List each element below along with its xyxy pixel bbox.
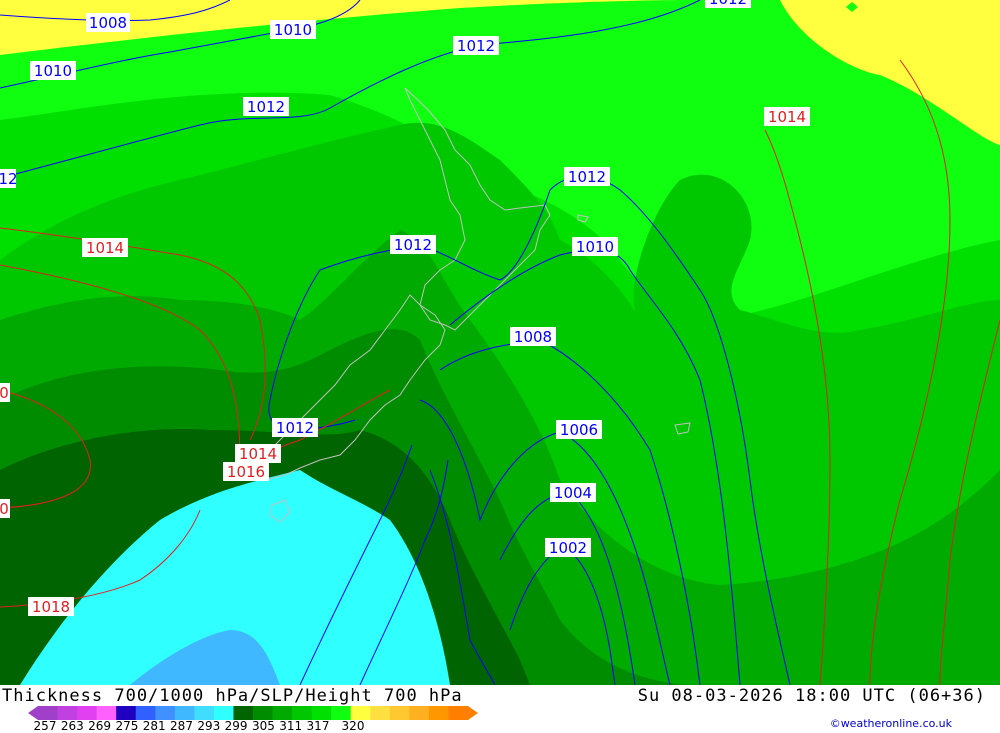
colorbar-tick-label: 275 bbox=[115, 719, 139, 733]
colorbar-swatch bbox=[38, 706, 59, 720]
colorbar-swatch bbox=[213, 706, 234, 720]
isobar-label: 1014 bbox=[239, 445, 277, 463]
colorbar-tick-label: 257 bbox=[33, 719, 57, 733]
colorbar-swatch bbox=[311, 706, 332, 720]
colorbar-swatch bbox=[135, 706, 156, 720]
colorbar-tick-label: 320 bbox=[341, 719, 365, 733]
isobar-label: 1014 bbox=[768, 108, 806, 126]
colorbar-swatch bbox=[77, 706, 98, 720]
isobar-label: 1008 bbox=[89, 14, 127, 32]
colorbar-tick-label: 317 bbox=[306, 719, 330, 733]
isobar-label: 1002 bbox=[549, 539, 587, 557]
colorbar-tick-label: 281 bbox=[142, 719, 166, 733]
colorbar-swatch bbox=[233, 706, 254, 720]
isobar-label: 1012 bbox=[568, 168, 606, 186]
isobar-label: 1004 bbox=[554, 484, 592, 502]
colorbar-ticks: 257 263 269 275 281 287 293 299 305 311 317 320 bbox=[0, 719, 520, 733]
isobar-label: 1006 bbox=[560, 421, 598, 439]
colorbar-swatch bbox=[409, 706, 430, 720]
colorbar-swatch bbox=[272, 706, 293, 720]
colorbar-swatch bbox=[155, 706, 176, 720]
map-title: Thickness 700/1000 hPa/SLP/Height 700 hP… bbox=[2, 686, 463, 706]
isobar-label: 1010 bbox=[274, 21, 312, 39]
map-footer: Thickness 700/1000 hPa/SLP/Height 700 hP… bbox=[0, 685, 1000, 733]
colorbar-swatch bbox=[350, 706, 371, 720]
colorbar-arrow-right bbox=[468, 706, 478, 720]
colorbar-swatch bbox=[370, 706, 391, 720]
isobar-label: 1008 bbox=[514, 328, 552, 346]
colorbar-swatch bbox=[253, 706, 274, 720]
thickness-colorbar bbox=[28, 706, 478, 720]
colorbar-swatch bbox=[448, 706, 469, 720]
colorbar-swatch bbox=[292, 706, 313, 720]
weather-map: 1008 1010 1010 1012 1012 1012 1012 1012 … bbox=[0, 0, 1000, 685]
isobar-label: 12 bbox=[0, 170, 18, 188]
isobar-label: 1014 bbox=[86, 239, 124, 257]
colorbar-swatch bbox=[194, 706, 215, 720]
isobar-label: 1018 bbox=[32, 598, 70, 616]
colorbar-swatch bbox=[57, 706, 78, 720]
colorbar-tick-label: 311 bbox=[279, 719, 303, 733]
isobar-label: 1012 bbox=[247, 98, 285, 116]
colorbar-tick-label: 287 bbox=[170, 719, 193, 733]
isobar-label: 1012 bbox=[276, 419, 314, 437]
colorbar-swatch bbox=[331, 706, 352, 720]
isobar-label: 1010 bbox=[34, 62, 72, 80]
colorbar-swatch bbox=[389, 706, 410, 720]
isobar-label: 1012 bbox=[457, 37, 495, 55]
forecast-datetime: Su 08-03-2026 18:00 UTC (06+36) bbox=[637, 686, 986, 706]
isobar-label: 0 bbox=[0, 384, 9, 402]
isobar-label: 1012 bbox=[709, 0, 747, 8]
credit-link[interactable]: ©weatheronline.co.uk bbox=[830, 717, 952, 730]
colorbar-tick-label: 263 bbox=[60, 719, 84, 733]
colorbar-swatch bbox=[116, 706, 137, 720]
colorbar-tick-label: 299 bbox=[224, 719, 248, 733]
isobar-label: 0 bbox=[0, 500, 9, 518]
colorbar-swatch bbox=[174, 706, 195, 720]
isobar-label: 1016 bbox=[227, 463, 265, 481]
colorbar-swatch bbox=[96, 706, 117, 720]
colorbar-tick-label: 269 bbox=[88, 719, 112, 733]
isobar-label: 1012 bbox=[394, 236, 432, 254]
colorbar-tick-label: 293 bbox=[197, 719, 221, 733]
colorbar-swatch bbox=[428, 706, 449, 720]
colorbar-tick-label: 305 bbox=[251, 719, 275, 733]
colorbar-arrow-left bbox=[28, 706, 38, 720]
isobar-label: 1010 bbox=[576, 238, 614, 256]
